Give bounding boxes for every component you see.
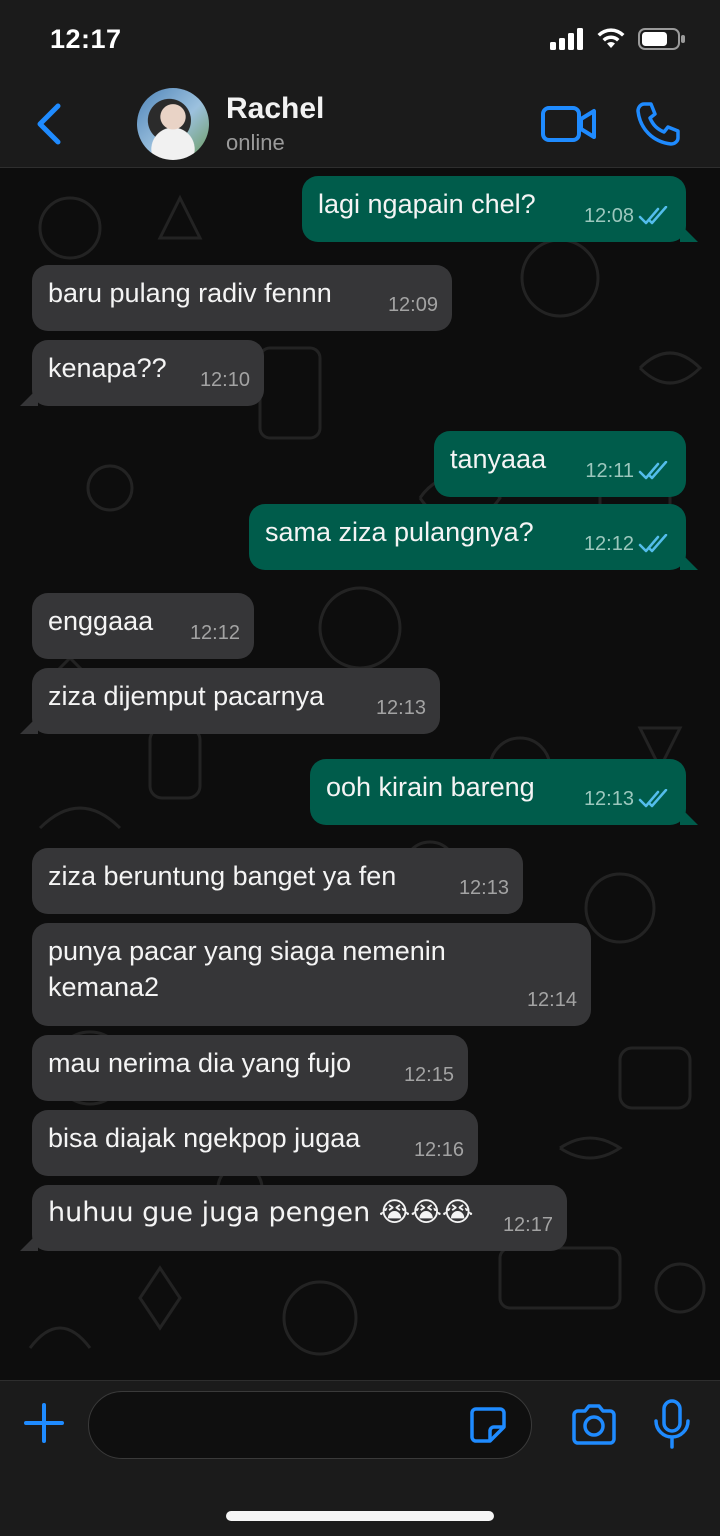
message-time: 12:08 xyxy=(583,205,634,227)
bubble-tail xyxy=(20,716,38,734)
message-text: mau nerima dia yang fujo xyxy=(48,1048,352,1078)
message-time: 12:12 xyxy=(583,533,634,555)
chevron-left-icon xyxy=(37,103,61,145)
message-meta: 12:15 xyxy=(404,1057,454,1093)
message-time: 12:13 xyxy=(458,877,509,899)
attach-button[interactable] xyxy=(22,1401,66,1445)
signal-icon xyxy=(550,28,583,50)
message-time: 12:16 xyxy=(413,1139,464,1161)
message-time: 12:15 xyxy=(403,1064,454,1086)
outgoing-message[interactable]: lagi ngapain chel? 12:08 xyxy=(302,176,698,242)
sticker-button[interactable] xyxy=(468,1405,508,1445)
avatar[interactable] xyxy=(137,88,209,160)
message-text: ziza dijemput pacarnya xyxy=(48,681,325,711)
message-meta: 12:16 xyxy=(414,1132,464,1168)
plus-icon xyxy=(24,1403,64,1443)
message-time: 12:09 xyxy=(387,294,438,316)
message-time: 12:14 xyxy=(526,989,577,1011)
phone-icon xyxy=(636,102,680,146)
status-icons xyxy=(550,28,686,50)
message-meta: 12:17 xyxy=(503,1207,553,1243)
contact-name[interactable]: Rachel xyxy=(226,92,324,126)
double-check-icon xyxy=(638,461,668,480)
status-time: 12:17 xyxy=(50,24,122,54)
back-button[interactable] xyxy=(26,98,70,150)
microphone-icon xyxy=(654,1399,690,1449)
contact-status: online xyxy=(226,130,285,155)
microphone-button[interactable] xyxy=(652,1399,692,1451)
incoming-message[interactable]: kenapa?? 12:10 xyxy=(20,340,264,406)
message-text: punya pacar yang siaga nemenin kemana2 xyxy=(48,936,446,1002)
wifi-icon xyxy=(597,28,625,48)
video-camera-icon xyxy=(541,106,596,142)
bubble-tail xyxy=(680,224,698,242)
message-meta: 12:12 xyxy=(584,526,672,562)
bubble-tail xyxy=(680,807,698,825)
message-input-bar xyxy=(0,1380,720,1536)
outgoing-message[interactable]: sama ziza pulangnya? 12:12 xyxy=(249,504,698,570)
incoming-message[interactable]: mau nerima dia yang fujo 12:15 xyxy=(32,1035,468,1101)
battery-icon xyxy=(638,28,685,50)
message-meta: 12:11 xyxy=(585,453,672,489)
chat-header: Rachel online xyxy=(0,84,720,168)
double-check-icon xyxy=(638,789,668,808)
sticker-icon xyxy=(470,1407,506,1443)
chat-area[interactable]: lagi ngapain chel? 12:08 baru pulang rad… xyxy=(0,168,720,1380)
message-time: 12:10 xyxy=(199,369,250,391)
message-meta: 12:13 xyxy=(584,781,672,817)
video-call-button[interactable] xyxy=(540,104,598,144)
message-time: 12:11 xyxy=(585,460,634,482)
incoming-message[interactable]: ziza beruntung banget ya fen 12:13 xyxy=(32,848,523,914)
message-input[interactable] xyxy=(88,1391,532,1459)
voice-call-button[interactable] xyxy=(634,100,682,148)
incoming-message[interactable]: enggaaa 12:12 xyxy=(32,593,254,659)
status-bar: 12:17 xyxy=(0,0,720,84)
bubble-tail xyxy=(680,552,698,570)
bubble-tail xyxy=(20,388,38,406)
message-meta: 12:12 xyxy=(190,615,240,651)
message-time: 12:17 xyxy=(502,1214,553,1236)
message-meta: 12:09 xyxy=(388,287,438,323)
double-check-icon xyxy=(638,534,668,553)
camera-icon xyxy=(572,1404,616,1445)
incoming-message[interactable]: bisa diajak ngekpop jugaa 12:16 xyxy=(32,1110,478,1176)
camera-button[interactable] xyxy=(570,1403,618,1447)
message-time: 12:13 xyxy=(583,788,634,810)
message-text: huhuu gue juga pengen 😭😭😭 xyxy=(48,1197,474,1228)
incoming-message[interactable]: huhuu gue juga pengen 😭😭😭 12:17 xyxy=(20,1185,567,1251)
message-meta: 12:14 xyxy=(527,982,577,1018)
incoming-message[interactable]: punya pacar yang siaga nemenin kemana2 1… xyxy=(32,923,591,1026)
message-meta: 12:13 xyxy=(376,690,426,726)
home-indicator xyxy=(226,1511,494,1521)
incoming-message[interactable]: ziza dijemput pacarnya 12:13 xyxy=(20,668,440,734)
message-text: bisa diajak ngekpop jugaa xyxy=(48,1123,361,1153)
incoming-message[interactable]: baru pulang radiv fennn 12:09 xyxy=(32,265,452,331)
message-meta: 12:13 xyxy=(459,870,509,906)
message-meta: 12:08 xyxy=(584,198,672,234)
message-meta: 12:10 xyxy=(200,362,250,398)
message-text: ziza beruntung banget ya fen xyxy=(48,861,397,891)
message-text: baru pulang radiv fennn xyxy=(48,278,332,308)
double-check-icon xyxy=(638,206,668,225)
outgoing-message[interactable]: ooh kirain bareng 12:13 xyxy=(310,759,698,825)
outgoing-message[interactable]: tanyaaa 12:11 xyxy=(434,431,686,497)
bubble-tail xyxy=(20,1233,38,1251)
message-time: 12:13 xyxy=(375,697,426,719)
message-time: 12:12 xyxy=(189,622,240,644)
